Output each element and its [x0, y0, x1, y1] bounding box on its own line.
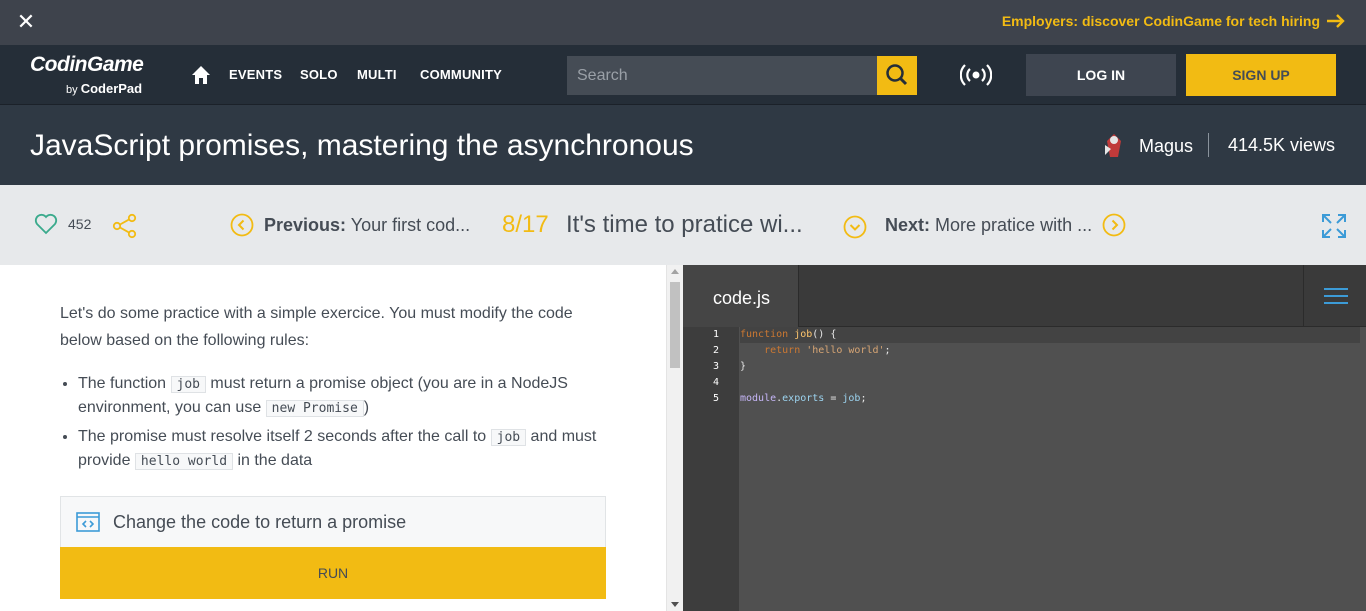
divider	[1208, 133, 1209, 157]
rule-item: The promise must resolve itself 2 second…	[78, 425, 608, 473]
menu-icon[interactable]	[1303, 265, 1366, 327]
next-title: More pratice with ...	[935, 214, 1093, 235]
heart-icon	[34, 213, 58, 235]
avatar	[1099, 131, 1129, 161]
chapter-counter: 8/17	[502, 211, 549, 238]
code-editor: code.js 1 2 3 4 5 function job() { retur…	[683, 265, 1366, 611]
scroll-down-icon[interactable]	[671, 602, 679, 607]
nav-events[interactable]: EVENTS	[229, 67, 282, 82]
signup-button[interactable]: SIGN UP	[1186, 54, 1336, 96]
code-line: }	[740, 361, 747, 372]
fullscreen-icon[interactable]	[1321, 213, 1347, 239]
chevron-right-icon	[1102, 213, 1126, 237]
exercise-header: Change the code to return a promise	[60, 496, 606, 548]
employers-link[interactable]: Employers: discover CodinGame for tech h…	[1002, 13, 1346, 29]
code-line: return 'hello world';	[764, 345, 891, 356]
search-button[interactable]	[877, 56, 917, 95]
chevron-down-icon[interactable]	[843, 215, 867, 239]
search-input[interactable]	[567, 56, 877, 95]
code-icon	[76, 512, 100, 532]
main-nav: CodinGame by CoderPad EVENTS SOLO MULTI …	[0, 45, 1366, 105]
editor-tabs: code.js	[683, 265, 1366, 327]
scrollbar-thumb[interactable]	[670, 282, 680, 368]
previous-label: Previous:	[264, 214, 347, 235]
line-numbers: 1 2 3 4 5	[683, 327, 739, 611]
logo[interactable]: CodinGame by CoderPad	[30, 53, 165, 97]
login-button[interactable]: LOG IN	[1026, 54, 1176, 96]
nav-solo[interactable]: SOLO	[300, 67, 338, 82]
logo-sub: by CoderPad	[66, 81, 143, 96]
lesson-intro: Let's do some practice with a simple exe…	[60, 305, 573, 349]
search-icon	[886, 64, 908, 86]
current-chapter-title: It's time to pratice wi...	[566, 211, 803, 238]
lesson-content: Let's do some practice with a simple exe…	[0, 265, 666, 611]
code-area[interactable]: function job() { return 'hello world'; }…	[740, 327, 1366, 611]
next-chapter-link[interactable]: Next: More pratice with ...	[885, 213, 1126, 237]
chevron-left-icon	[230, 213, 254, 237]
nav-community[interactable]: COMMUNITY	[420, 67, 502, 82]
next-label: Next:	[885, 214, 931, 235]
content-scrollbar[interactable]	[666, 265, 683, 611]
broadcast-icon[interactable]	[960, 63, 992, 87]
close-icon[interactable]: ✕	[16, 11, 36, 33]
scroll-up-icon[interactable]	[671, 269, 679, 274]
rule-item: The function job must return a promise o…	[78, 372, 608, 420]
exercise-title: Change the code to return a promise	[113, 512, 407, 532]
like-count: 452	[68, 216, 92, 232]
rules-list: The function job must return a promise o…	[78, 372, 608, 478]
views-count: 414.5K views	[1228, 135, 1336, 155]
previous-title: Your first cod...	[350, 214, 471, 235]
code-line: module.exports = job;	[740, 393, 867, 404]
like-button[interactable]: 452	[34, 213, 91, 235]
author-name: Magus	[1139, 135, 1194, 156]
promo-bar: ✕ Employers: discover CodinGame for tech…	[0, 0, 1366, 45]
share-icon[interactable]	[112, 213, 138, 239]
arrow-right-icon	[1327, 14, 1345, 28]
playground-header: JavaScript promises, mastering the async…	[0, 105, 1366, 185]
tab-code-js[interactable]: code.js	[683, 265, 799, 327]
run-button[interactable]: RUN	[60, 547, 606, 599]
page-title: JavaScript promises, mastering the async…	[30, 129, 694, 162]
previous-chapter-link[interactable]: Previous: Your first cod...	[230, 213, 470, 237]
logo-main: CodinGame	[30, 53, 144, 76]
home-icon[interactable]	[190, 64, 212, 86]
code-line: function job() {	[740, 329, 837, 340]
author-link[interactable]: Magus	[1099, 131, 1193, 161]
chapter-navigation: 452 Previous: Your first cod... 8/17 It'…	[0, 185, 1366, 265]
nav-multi[interactable]: MULTI	[357, 67, 397, 82]
employers-link-label: Employers: discover CodinGame for tech h…	[1001, 13, 1320, 29]
